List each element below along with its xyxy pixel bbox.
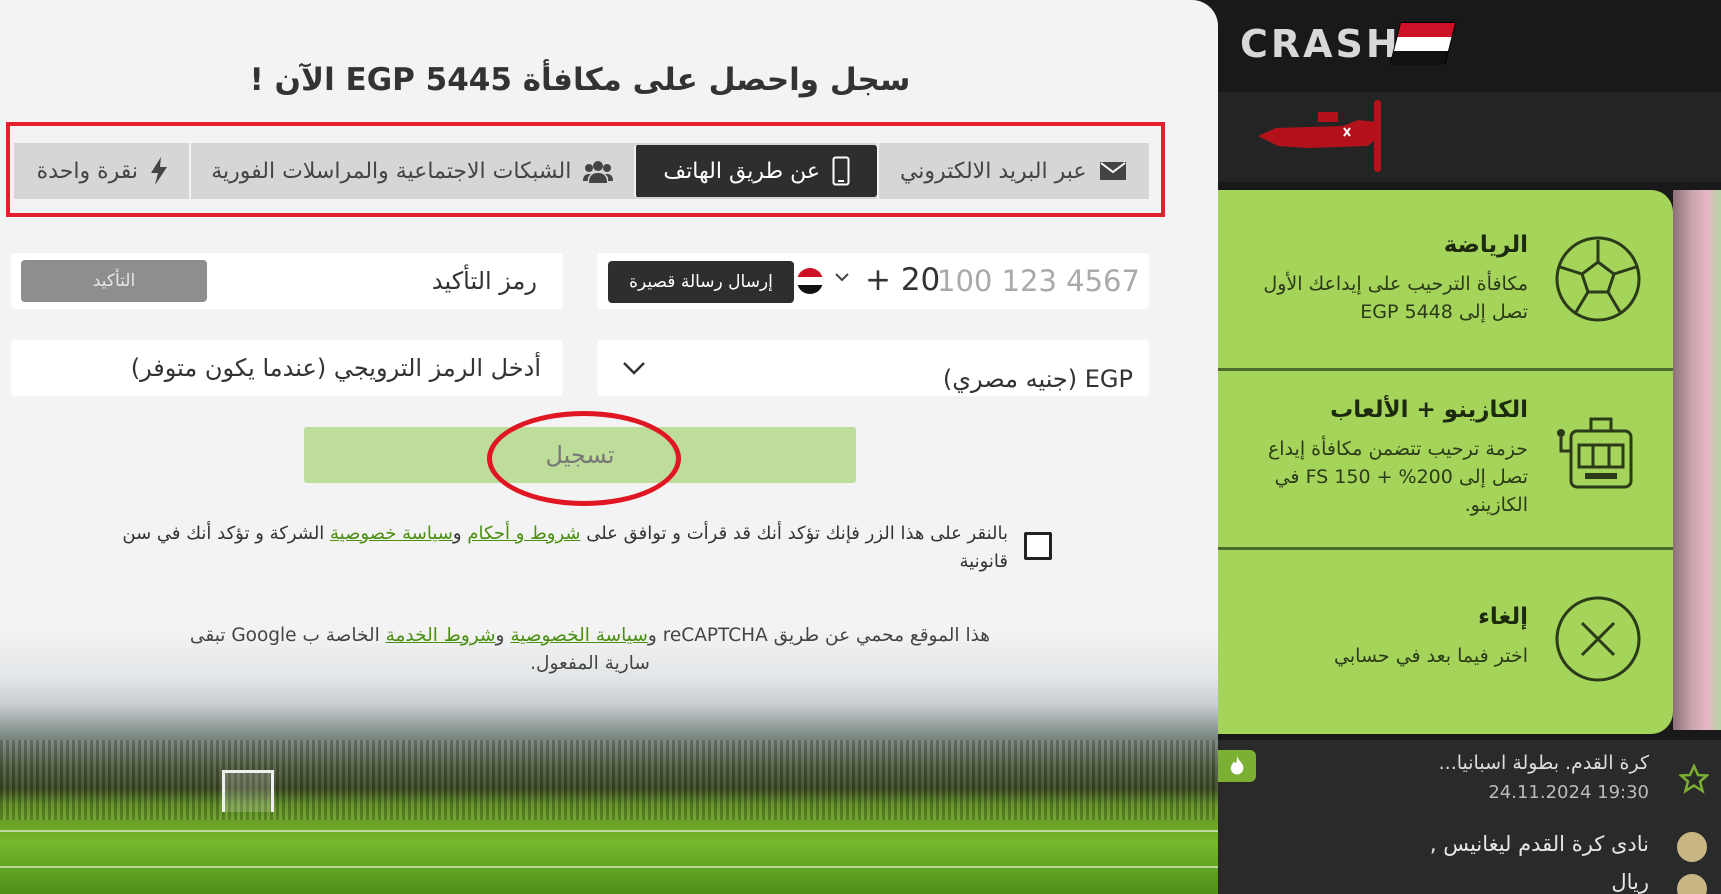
egypt-flag-icon[interactable] (797, 268, 823, 294)
promo-code-input[interactable]: أدخل الرمز الترويجي (عندما يكون متوفر) (11, 340, 563, 396)
brand-name: CRASH (1240, 22, 1401, 66)
bonus-option-title: إلغاء (1478, 604, 1528, 630)
register-highlight-ellipse (487, 411, 681, 506)
bonus-option-title: الكازينو + الألعاب (1330, 397, 1528, 423)
tab-phone[interactable]: عن طريق الهاتف (633, 145, 878, 197)
tab-phone-label: عن طريق الهاتف (663, 158, 820, 184)
flame-icon (1218, 750, 1256, 782)
lightning-icon (151, 157, 167, 185)
recaptcha-terms-link[interactable]: شروط الخدمة (386, 625, 496, 646)
confirmation-code-field[interactable]: رمز التأكيد التأكيد (11, 253, 563, 309)
terms-text: بالنقر على هذا الزر فإنك تؤكد أنك قد قرأ… (122, 523, 1008, 572)
match-list-item[interactable]: كرة القدم. بطولة اسبانيا... 24.11.2024 1… (1218, 740, 1721, 894)
airplane-icon (1258, 100, 1381, 172)
confirm-button[interactable]: التأكيد (21, 260, 207, 302)
envelope-icon (1099, 162, 1126, 180)
crash-game-banner[interactable] (1218, 92, 1721, 182)
slot-machine-icon (1557, 417, 1633, 489)
phone-country-code: + 20 (865, 262, 941, 298)
promo-code-placeholder: أدخل الرمز الترويجي (عندما يكون متوفر) (130, 354, 541, 382)
brand-logo[interactable]: CRASH (1230, 20, 1460, 66)
team-crest-icon (1677, 874, 1707, 894)
match-title: كرة القدم. بطولة اسبانيا... (1438, 752, 1649, 774)
star-icon[interactable] (1679, 764, 1709, 794)
tab-one-click[interactable]: نقرة واحدة (16, 143, 189, 199)
bonus-options-panel: الرياضة مكافأة الترحيب على إيداعك الأول … (1218, 190, 1673, 734)
send-sms-button[interactable]: إرسال رسالة قصيرة (608, 261, 794, 303)
recaptcha-privacy-link[interactable]: سياسة الخصوصية (510, 625, 648, 646)
registration-method-tabs: عبر البريد الالكتروني عن طريق الهاتف الش… (14, 143, 1149, 199)
chevron-down-icon[interactable] (834, 271, 850, 283)
bonus-option-cancel[interactable]: إلغاء اختر فيما بعد في حسابي (1218, 550, 1673, 734)
mobile-phone-icon (832, 156, 850, 186)
bonus-option-title: الرياضة (1443, 232, 1528, 258)
team-name-home: نادى كرة القدم ليغانيس , (1429, 832, 1649, 856)
tab-email-label: عبر البريد الالكتروني (899, 158, 1087, 184)
phone-field[interactable]: 100 123 4567 + 20 إرسال رسالة قصيرة (597, 253, 1149, 309)
chevron-down-icon (623, 362, 645, 375)
currency-value: EGP (جنيه مصري) (942, 365, 1133, 393)
tab-email[interactable]: عبر البريد الالكتروني (877, 143, 1147, 199)
currency-select[interactable]: EGP (جنيه مصري) (597, 340, 1149, 396)
terms-link[interactable]: شروط و أحكام (467, 523, 580, 544)
privacy-link[interactable]: سياسة خصوصية (330, 523, 453, 544)
registration-modal: سجل واحصل على مكافأة EGP 5445 الآن ! عبر… (0, 0, 1218, 894)
side-promo-image (1673, 190, 1721, 730)
confirmation-code-placeholder: رمز التأكيد (431, 267, 537, 295)
bonus-option-casino[interactable]: الكازينو + الألعاب حزمة ترحيب تتضمن مكاف… (1218, 371, 1673, 550)
recaptcha-notice: هذا الموقع محمي عن طريق reCAPTCHA وسياسة… (189, 625, 991, 674)
bonus-option-desc: حزمة ترحيب تتضمن مكافأة إيداع تصل إلى 20… (1267, 438, 1528, 516)
team-name-away: ريال (1611, 870, 1649, 894)
bonus-option-desc: مكافأة الترحيب على إيداعك الأول تصل إلى … (1263, 273, 1528, 323)
tab-social[interactable]: الشبكات الاجتماعية والمراسلات الفورية (188, 143, 634, 199)
terms-checkbox[interactable] (1024, 532, 1052, 560)
tab-social-label: الشبكات الاجتماعية والمراسلات الفورية (211, 158, 572, 184)
page-title: سجل واحصل على مكافأة EGP 5445 الآن ! (249, 62, 911, 98)
users-icon (583, 161, 614, 183)
egypt-flag-icon (1389, 22, 1457, 65)
cancel-x-icon (1555, 596, 1641, 682)
match-time: 24.11.2024 19:30 (1488, 782, 1649, 803)
phone-input-placeholder[interactable]: 100 123 4567 (937, 264, 1140, 298)
soccer-ball-icon (1555, 236, 1641, 322)
bonus-option-desc: اختر فيما بعد في حسابي (1334, 645, 1528, 667)
team-crest-icon (1677, 832, 1707, 862)
tab-one-click-label: نقرة واحدة (36, 158, 138, 184)
bonus-option-sports[interactable]: الرياضة مكافأة الترحيب على إيداعك الأول … (1218, 190, 1673, 371)
